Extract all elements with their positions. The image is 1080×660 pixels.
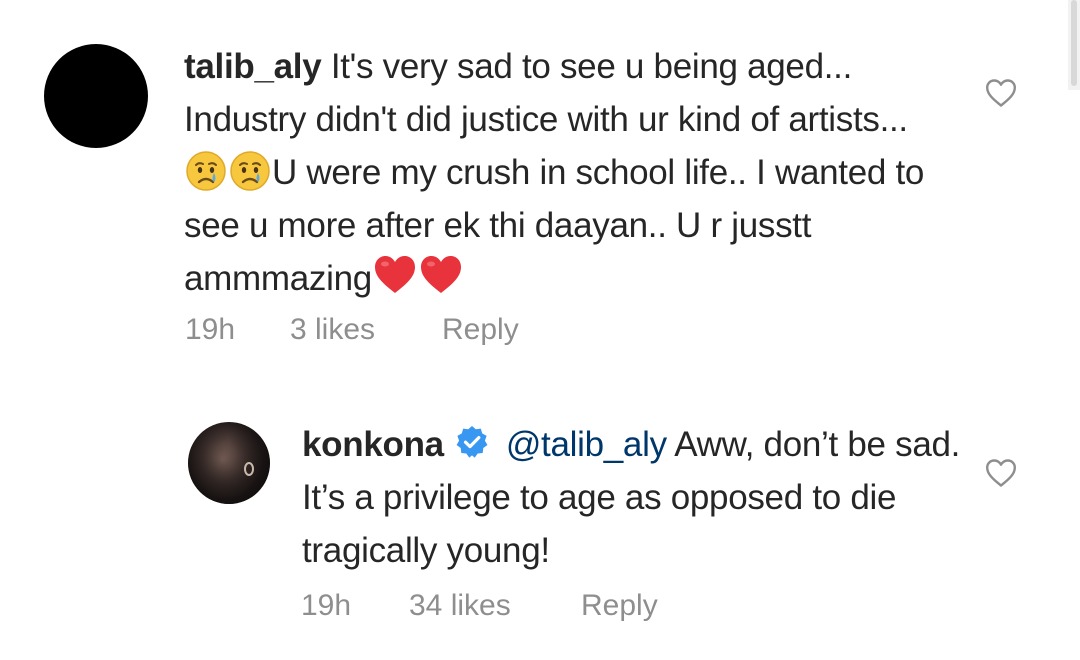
mention-link[interactable]: @talib_aly <box>506 425 667 464</box>
avatar[interactable] <box>188 422 270 504</box>
red-heart-emoji-icon <box>418 254 464 296</box>
avatar-earring <box>244 462 254 476</box>
username[interactable]: talib_aly <box>184 47 322 86</box>
comment-text: talib_aly It's very sad to see u being a… <box>184 40 944 305</box>
comment-text: konkona @talib_aly Aww, don’t be sad. It’… <box>302 418 962 577</box>
avatar-photo <box>188 422 270 504</box>
scrollbar[interactable] <box>1068 0 1080 90</box>
comment-likes[interactable]: 3 likes <box>290 313 375 347</box>
comment-time[interactable]: 19h <box>301 589 351 623</box>
username[interactable]: konkona <box>302 425 444 464</box>
verified-badge-icon <box>454 422 490 458</box>
comment-time[interactable]: 19h <box>185 313 235 347</box>
reply-button[interactable]: Reply <box>581 589 658 623</box>
scrollbar-thumb[interactable] <box>1071 0 1077 86</box>
comment-likes[interactable]: 34 likes <box>409 589 511 623</box>
comment-text-part: U were my crush in school life.. I wante… <box>184 153 925 298</box>
heart-outline-icon[interactable] <box>984 76 1018 110</box>
crying-face-emoji-icon <box>228 149 272 193</box>
heart-outline-icon[interactable] <box>984 456 1018 490</box>
avatar[interactable] <box>44 44 148 148</box>
reply-button[interactable]: Reply <box>442 313 519 347</box>
red-heart-emoji-icon <box>372 254 418 296</box>
crying-face-emoji-icon <box>184 149 228 193</box>
